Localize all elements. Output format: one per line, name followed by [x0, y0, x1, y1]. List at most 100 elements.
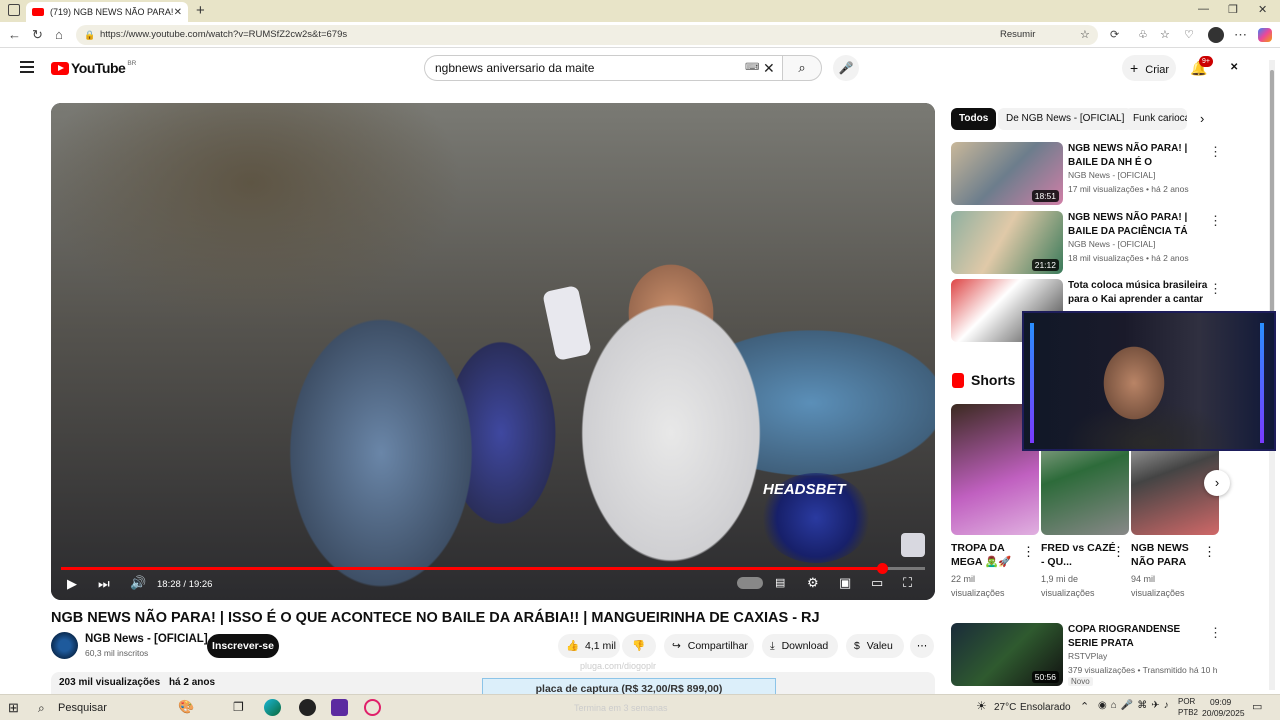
new-badge: Novo	[1068, 677, 1093, 686]
shorts-next-button[interactable]: ›	[1204, 470, 1230, 496]
favorites-icon[interactable]: ♧	[1138, 28, 1148, 42]
window-menu-icon[interactable]	[8, 4, 20, 16]
extensions-icon[interactable]: ⟳	[1110, 28, 1119, 42]
start-icon[interactable]: ⊞	[8, 700, 19, 716]
play-icon[interactable]: ▶	[67, 576, 77, 592]
search-button[interactable]: ⌕	[782, 55, 822, 81]
fullscreen-icon[interactable]: ⛶	[903, 575, 912, 591]
thanks-label: Valeu	[866, 640, 893, 652]
short-title[interactable]: FRED vs CAZÉ - QU...	[1041, 541, 1121, 569]
create-button[interactable]: + Criar	[1122, 55, 1176, 81]
clear-search-icon[interactable]: ✕	[763, 56, 775, 80]
related-video[interactable]: 50:56 COPA RIOGRANDENSE SERIE PRATA RSTV…	[951, 623, 1251, 687]
maximize-icon[interactable]: ❐	[1228, 3, 1238, 16]
download-button[interactable]: ⤓ Download	[762, 634, 838, 658]
thanks-button[interactable]: $ Valeu	[846, 634, 904, 658]
channel-avatar[interactable]	[51, 632, 78, 659]
next-icon[interactable]: ⏭	[98, 576, 110, 592]
url-field[interactable]: 🔒 https://www.youtube.com/watch?v=RUMSfZ…	[76, 25, 1098, 45]
widgets-icon[interactable]: 🎨	[178, 699, 194, 715]
more-options-icon[interactable]: ⋮	[1209, 281, 1222, 297]
shorts-icon	[952, 372, 964, 388]
menu-icon[interactable]	[20, 61, 34, 73]
theater-mode-icon[interactable]: ▭	[871, 575, 883, 591]
autoplay-toggle[interactable]	[737, 577, 763, 589]
app-icon[interactable]	[364, 699, 381, 716]
progress-bar[interactable]	[61, 563, 925, 574]
close-tab-icon[interactable]: ✕	[174, 7, 182, 18]
related-video[interactable]: 21:12 NGB NEWS NÃO PARA! | BAILE DA PACI…	[951, 211, 1251, 275]
chevron-right-icon[interactable]: ›	[1200, 111, 1204, 126]
taskbar-search-label[interactable]: Pesquisar	[58, 702, 107, 714]
tray-icons[interactable]: ◉⌂🎤⌘✈♪	[1098, 700, 1173, 711]
account-avatar[interactable]: ✕	[1230, 62, 1244, 74]
new-tab-icon[interactable]: +	[196, 2, 205, 19]
channel-name[interactable]: NGB News - [OFICIAL]	[85, 633, 208, 645]
video-thumbnail[interactable]: 21:12	[951, 211, 1063, 274]
app-icon[interactable]	[331, 699, 348, 716]
subscribe-button[interactable]: Inscrever-se	[207, 634, 279, 658]
notifications-button[interactable]: 🔔 9+	[1190, 56, 1213, 77]
dislike-button[interactable]: 👎	[622, 634, 656, 658]
chip-all[interactable]: Todos	[951, 108, 997, 130]
search-input[interactable]: ngbnews aniversario da maite ⌨ ✕	[424, 55, 782, 81]
video-thumbnail[interactable]: 18:51	[951, 142, 1063, 205]
browser-tab[interactable]: (719) NGB NEWS NÃO PARA! | ISSO É O QUE …	[26, 2, 188, 22]
home-icon[interactable]: ⌂	[55, 28, 63, 42]
reload-icon[interactable]: ↻	[32, 28, 43, 42]
volume-icon[interactable]: 🔊	[130, 575, 146, 591]
like-count: 4,1 mil	[585, 640, 616, 652]
notification-center-icon[interactable]: ▭	[1252, 700, 1262, 713]
youtube-logo[interactable]: YouTube BR	[51, 60, 136, 76]
back-icon[interactable]: ←	[8, 28, 21, 42]
clock-date[interactable]: 20/09/2025	[1202, 708, 1245, 718]
language-layout[interactable]: PTB2	[1178, 708, 1198, 717]
app-icon[interactable]	[299, 699, 316, 716]
thumbs-up-icon: 👍	[566, 640, 580, 652]
short-title[interactable]: TROPA DA MEGA 🧟‍♂️🚀	[951, 541, 1031, 569]
more-actions-button[interactable]: ⋯	[910, 634, 934, 658]
browser-essentials-icon[interactable]: ♡	[1184, 28, 1194, 42]
site-info-icon[interactable]: 🔒	[84, 25, 95, 45]
more-options-icon[interactable]: ⋮	[1209, 144, 1222, 160]
voice-search-button[interactable]: 🎤	[833, 55, 859, 81]
region-code: BR	[127, 60, 137, 67]
resumir-button[interactable]: Resumir	[1000, 25, 1035, 45]
more-options-icon[interactable]: ⋮	[1209, 625, 1222, 641]
short-more-icon[interactable]: ⋮	[1022, 544, 1035, 560]
video-thumbnail[interactable]: 50:56	[951, 623, 1063, 686]
short-title[interactable]: NGB NEWS NÃO PARA	[1131, 541, 1211, 569]
chip-channel[interactable]: De NGB News - [OFICIAL]	[998, 108, 1133, 130]
keyboard-icon[interactable]: ⌨	[745, 56, 759, 80]
more-icon[interactable]: ⋯	[1234, 28, 1247, 42]
language-code[interactable]: POR	[1178, 697, 1195, 706]
short-more-icon[interactable]: ⋮	[1112, 544, 1125, 560]
related-video-meta: 17 mil visualizações • há 2 anos	[1068, 184, 1189, 194]
settings-icon[interactable]: ⚙	[807, 575, 819, 591]
edge-icon[interactable]	[264, 699, 281, 716]
search-icon[interactable]: ⌕	[38, 701, 45, 716]
clock-time[interactable]: 09:09	[1210, 697, 1231, 707]
favorite-icon[interactable]: ☆	[1080, 25, 1090, 45]
short-more-icon[interactable]: ⋮	[1203, 544, 1216, 560]
related-video-title: NGB NEWS NÃO PARA! | BAILE DA PACIÊNCIA …	[1068, 212, 1188, 237]
minimize-icon[interactable]: —	[1198, 3, 1209, 15]
close-window-icon[interactable]: ✕	[1258, 3, 1267, 16]
scrollbar-thumb[interactable]	[1270, 70, 1274, 330]
chip-funk[interactable]: Funk carioca	[1125, 108, 1187, 130]
collections-icon[interactable]: ☆	[1160, 28, 1170, 42]
miniplayer-icon[interactable]: ▣	[839, 575, 851, 591]
related-video-channel: RSTVPlay	[1068, 651, 1108, 661]
subtitles-icon[interactable]: ▤	[775, 576, 785, 589]
related-video[interactable]: 18:51 NGB NEWS NÃO PARA! | BAILE DA NH É…	[951, 142, 1251, 206]
more-options-icon[interactable]: ⋮	[1209, 213, 1222, 229]
like-button[interactable]: 👍 4,1 mil	[558, 634, 620, 658]
tray-chevron-icon[interactable]: ⌃	[1080, 700, 1089, 713]
share-button[interactable]: ↪ Compartilhar	[664, 634, 754, 658]
video-player[interactable]: HEADSBET ▶ ⏭ 🔊 18:28 / 19:26 ▤ ⚙ ▣ ▭ ⛶	[51, 103, 935, 600]
progress-scrubber[interactable]	[876, 563, 888, 574]
video-title: NGB NEWS NÃO PARA! | ISSO É O QUE ACONTE…	[51, 610, 820, 626]
task-view-icon[interactable]: ❐	[233, 700, 244, 714]
copilot-icon[interactable]	[1258, 28, 1272, 42]
profile-avatar[interactable]	[1208, 27, 1224, 43]
